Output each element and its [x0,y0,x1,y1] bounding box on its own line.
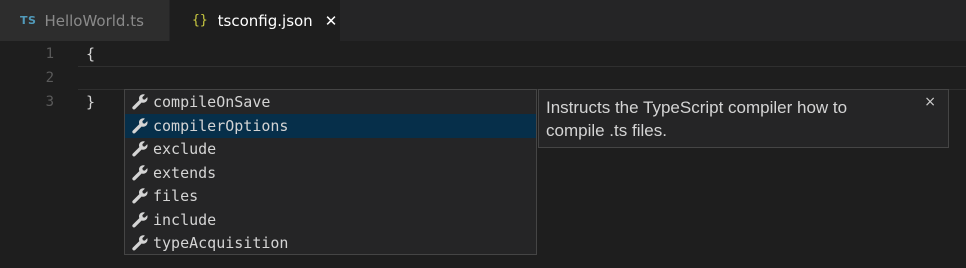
line-number: 1 [45,46,54,62]
suggest-widget[interactable]: compileOnSave compilerOptions exclude ex… [124,89,537,255]
wrench-icon [132,235,148,251]
code-line[interactable]: 2 [0,66,966,90]
wrench-icon [132,93,148,110]
wrench-icon [132,188,148,204]
suggest-item[interactable]: typeAcquisition [125,232,536,256]
suggest-item-label: extends [153,163,217,182]
close-icon[interactable]: × [924,94,936,110]
suggest-details-text: Instructs the TypeScript compiler how to… [546,98,848,140]
suggest-item-label: files [153,187,199,206]
wrench-icon [132,141,148,157]
code-line[interactable]: 1 { [0,42,966,66]
suggest-item[interactable]: include [125,208,536,232]
suggest-item-selected[interactable]: compilerOptions [125,114,536,138]
suggest-item[interactable]: files [125,185,536,209]
suggest-item[interactable]: exclude [125,138,536,162]
wrench-icon [132,164,148,181]
typescript-file-icon: TS [20,14,37,27]
line-number: 3 [45,94,54,110]
suggest-item[interactable]: compileOnSave [125,90,536,114]
suggest-item-label: exclude [153,140,217,159]
tab-label: tsconfig.json [217,11,313,30]
tab-helloworld-ts[interactable]: TS HelloWorld.ts [0,0,170,41]
json-file-icon: {} [192,13,208,28]
line-text: } [86,93,96,111]
wrench-icon [132,117,148,134]
tab-label: HelloWorld.ts [44,11,144,30]
close-icon[interactable]: ✕ [325,12,338,30]
suggest-item[interactable]: extends [125,161,536,185]
suggest-item-label: include [153,210,217,229]
suggest-details-panel: Instructs the TypeScript compiler how to… [538,89,949,148]
suggest-item-label: typeAcquisition [153,234,289,253]
tab-tsconfig-json[interactable]: {} tsconfig.json ✕ [170,0,340,41]
line-number: 2 [45,70,54,86]
suggest-item-label: compilerOptions [153,116,289,135]
wrench-icon [132,211,148,228]
tab-bar: TS HelloWorld.ts {} tsconfig.json ✕ [0,0,966,41]
line-text: { [86,45,96,63]
suggest-item-label: compileOnSave [153,92,271,111]
